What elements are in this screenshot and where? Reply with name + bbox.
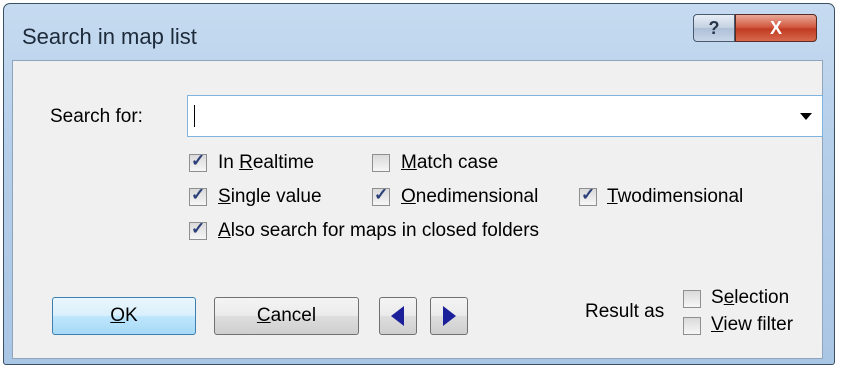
view-filter-label: View filter: [711, 314, 794, 335]
arrow-left-icon: [391, 306, 404, 326]
window-title: Search in map list: [22, 24, 197, 49]
in-realtime-label: In Realtime: [218, 152, 315, 173]
checkmark-icon: ✓: [191, 185, 206, 204]
next-button[interactable]: [430, 297, 468, 335]
in-realtime-checkbox[interactable]: ✓: [189, 151, 207, 172]
search-input[interactable]: [187, 95, 823, 137]
close-button[interactable]: X: [735, 14, 817, 42]
match-case-checkbox[interactable]: [372, 154, 390, 172]
cancel-button[interactable]: Cancel: [214, 297, 359, 335]
match-case-label: Match case: [401, 152, 499, 173]
selection-checkbox[interactable]: [683, 290, 701, 308]
search-label: Search for:: [50, 106, 143, 127]
single-value-checkbox[interactable]: ✓: [189, 185, 207, 206]
ok-button[interactable]: OK: [52, 297, 196, 335]
dialog-window: Search in map list ? X Search for: ✓ In …: [3, 3, 835, 365]
selection-label: Selection: [711, 287, 790, 308]
text-caret: [194, 105, 195, 127]
dialog-body: Search for: ✓ In Realtime Match case ✓ S…: [12, 60, 823, 359]
view-filter-checkbox[interactable]: [683, 317, 701, 335]
checkmark-icon: ✓: [374, 185, 389, 204]
onedimensional-label: Onedimensional: [401, 186, 539, 207]
checkmark-icon: ✓: [191, 219, 206, 238]
previous-button[interactable]: [379, 297, 417, 335]
onedimensional-checkbox[interactable]: ✓: [372, 185, 390, 206]
single-value-label: Single value: [218, 186, 322, 207]
checkmark-icon: ✓: [191, 151, 206, 170]
checkmark-icon: ✓: [581, 185, 596, 204]
help-button[interactable]: ?: [693, 14, 735, 42]
arrow-right-icon: [443, 306, 456, 326]
twodimensional-label: Twodimensional: [607, 186, 744, 207]
closed-folders-checkbox[interactable]: ✓: [189, 219, 207, 240]
closed-folders-label: Also search for maps in closed folders: [218, 220, 540, 241]
result-as-label: Result as: [585, 301, 665, 322]
dropdown-arrow-icon[interactable]: [800, 113, 812, 120]
twodimensional-checkbox[interactable]: ✓: [579, 185, 597, 206]
